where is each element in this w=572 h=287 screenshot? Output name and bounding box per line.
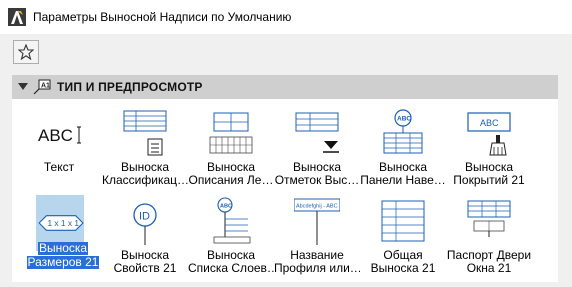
section-header-type-preview[interactable]: A1 ТИП И ПРЕДПРОСМОТР <box>12 75 558 99</box>
abc-badge-text: ABC <box>397 116 411 123</box>
star-icon <box>18 44 34 60</box>
gallery-item-general[interactable]: Общая Выноска 21 <box>360 191 446 279</box>
favorites-button[interactable] <box>13 40 39 64</box>
gallery-item-profile-name[interactable]: Abcdefghij - ABC Название Профиля или… <box>274 191 360 279</box>
gallery-item-elevation[interactable]: Выноска Отметок Выс… <box>274 103 360 191</box>
door-window-passport-icon <box>466 195 512 247</box>
text-abc-icon: ABC <box>36 107 82 159</box>
layer-list-label-icon: ABC <box>208 195 254 247</box>
property-id-label-icon: ID <box>122 195 168 247</box>
id-badge-text: ID <box>139 211 150 223</box>
gallery-item-label: Выноска Панели Наве… <box>360 161 446 187</box>
gallery-item-label: Выноска Списка Слоев… <box>188 249 274 275</box>
gallery-item-label: Выноска Описания Ле… <box>188 161 274 187</box>
title-bar: Параметры Выносной Надписи по Умолчанию <box>0 0 572 34</box>
window-title: Параметры Выносной Надписи по Умолчанию <box>33 10 292 24</box>
gallery-item-layer-list[interactable]: ABC Выноска Списка Слоев… <box>188 191 274 279</box>
gallery-item-label: Общая Выноска 21 <box>370 249 436 275</box>
abc-surface-text: ABC <box>480 118 499 128</box>
general-label-icon <box>380 195 426 247</box>
gallery-item-door-window-passport[interactable]: Паспорт Двери Окна 21 <box>446 191 532 279</box>
label-type-gallery: ABC Текст Выноска Классификац… Выноска О… <box>12 99 558 282</box>
gallery-item-stair-description[interactable]: Выноска Описания Ле… <box>188 103 274 191</box>
stair-description-label-icon <box>208 107 254 159</box>
gallery-item-text[interactable]: ABC Текст <box>16 103 102 191</box>
gallery-item-classification[interactable]: Выноска Классификац… <box>102 103 188 191</box>
gallery-item-label: Паспорт Двери Окна 21 <box>446 249 532 275</box>
gallery-item-curtain-wall-panel[interactable]: ABC Выноска Панели Наве… <box>360 103 446 191</box>
gallery-item-property[interactable]: ID Выноска Свойств 21 <box>102 191 188 279</box>
gallery-item-label: Текст <box>43 161 75 174</box>
svg-text:A1: A1 <box>41 83 50 90</box>
label-type-icon: A1 <box>33 78 51 96</box>
profile-name-label-icon: Abcdefghij - ABC <box>293 195 341 247</box>
gallery-item-surface[interactable]: ABC Выноска Покрытий 21 <box>446 103 532 191</box>
collapse-arrow-icon[interactable] <box>18 83 28 90</box>
gallery-item-label: Выноска Классификац… <box>102 161 188 187</box>
archicad-app-icon <box>8 8 26 26</box>
dimension-sample-text: 1 x 1 x 1 <box>47 218 79 228</box>
gallery-item-label: Выноска Отметок Выс… <box>274 161 360 187</box>
profile-sample-text: Abcdefghij - ABC <box>296 204 338 210</box>
elevation-label-icon <box>294 107 340 159</box>
gallery-item-label: Выноска Свойств 21 <box>113 249 177 275</box>
classification-label-icon <box>122 107 168 159</box>
gallery-item-label: Выноска Покрытий 21 <box>453 161 525 187</box>
gallery-item-label-selected: Выноска Размеров 21 <box>26 241 100 269</box>
surface-label-icon: ABC <box>466 107 512 159</box>
abc-layer-badge-text: ABC <box>220 204 232 210</box>
gallery-item-label: Название Профиля или… <box>274 249 360 275</box>
section-title: ТИП И ПРЕДПРОСМОТР <box>57 80 203 94</box>
abc-sample-text: ABC <box>38 126 73 145</box>
curtain-wall-panel-label-icon: ABC <box>380 107 426 159</box>
